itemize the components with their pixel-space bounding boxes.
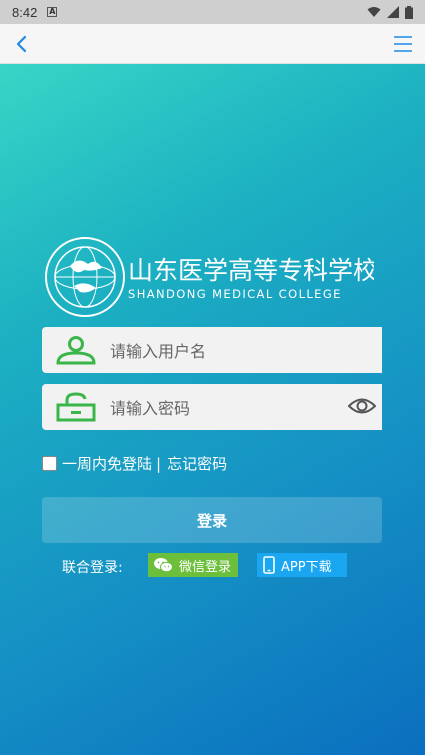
battery-icon [405,5,413,19]
login-button[interactable]: 登录 [42,497,382,543]
login-panel: 山东医学高等专科学校 SHANDONG MEDICAL COLLEGE 请输入用… [0,64,425,755]
lock-icon [56,392,96,422]
status-icons [367,5,413,19]
eye-icon[interactable] [348,396,376,416]
chevron-left-icon[interactable] [10,32,34,56]
user-icon [56,336,96,365]
college-name-en: SHANDONG MEDICAL COLLEGE [128,287,342,301]
college-logo: 山东医学高等专科学校 SHANDONG MEDICAL COLLEGE [45,237,374,317]
wechat-icon [154,558,173,573]
username-field[interactable]: 请输入用户名 [42,327,382,373]
username-placeholder: 请输入用户名 [110,342,207,361]
app-download-button[interactable]: APP下载 [257,553,347,577]
a-icon: A [47,7,58,17]
wechat-label: 微信登录 [179,559,232,575]
signal-icon [387,6,399,18]
wifi-icon [367,7,381,17]
status-bar: 8:42 A [0,0,425,24]
status-time: 8:42 [12,4,38,20]
password-placeholder: 请输入密码 [110,399,191,418]
password-field[interactable]: 请输入密码 [42,384,382,430]
remember-row: 一周内免登陆 | 忘记密码 [42,453,227,474]
college-seal-icon [45,237,125,317]
remember-label[interactable]: 一周内免登陆 [62,453,152,474]
menu-icon[interactable] [391,32,415,56]
joint-login-label: 联合登录: [62,560,123,576]
forgot-password-link[interactable]: 忘记密码 [167,453,227,474]
college-name-cn: 山东医学高等专科学校 [128,256,374,285]
remember-checkbox[interactable] [42,456,57,471]
phone-icon [263,556,275,574]
top-nav-bar [0,24,425,64]
app-download-label: APP下载 [281,559,332,575]
wechat-login-button[interactable]: 微信登录 [148,553,238,577]
separator: | [156,454,162,473]
